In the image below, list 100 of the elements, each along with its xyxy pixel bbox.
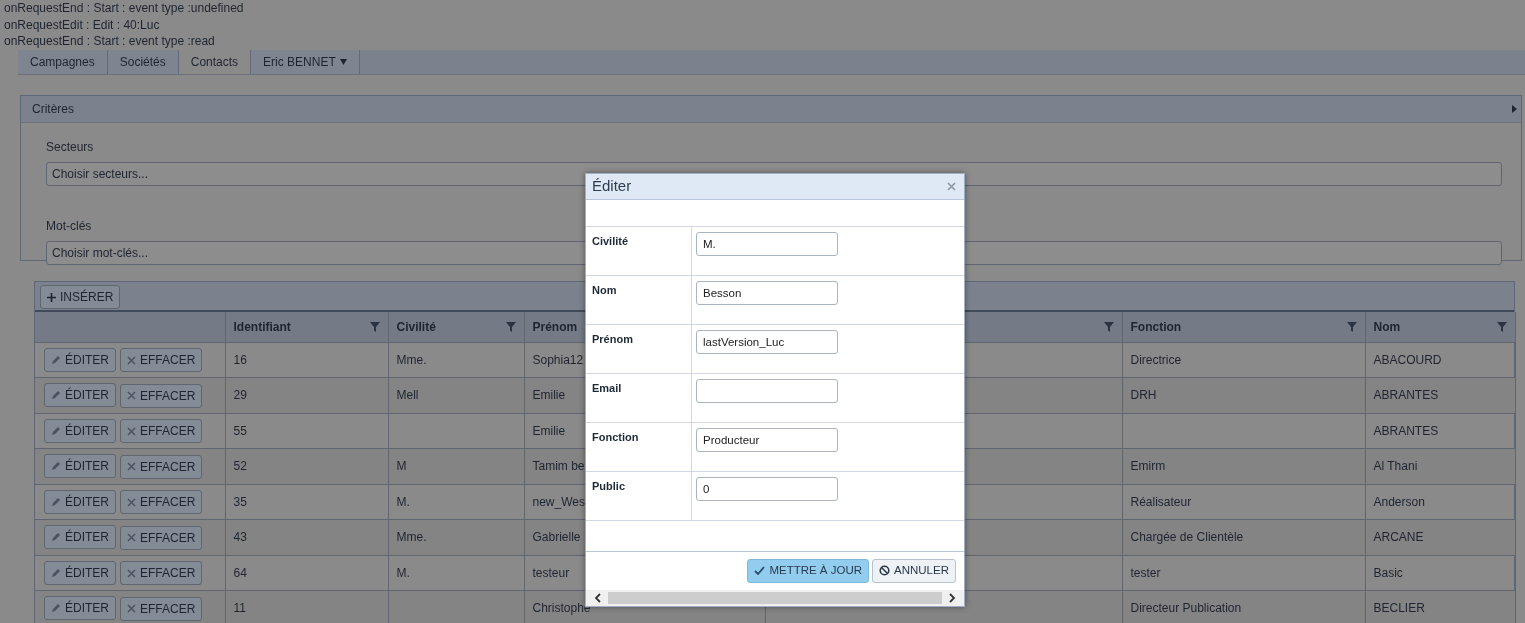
edit-button[interactable]: ÉDITER bbox=[44, 454, 116, 478]
table-cell: 43 bbox=[233, 530, 247, 545]
table-cell: Réalisateur bbox=[1130, 494, 1192, 509]
delete-button[interactable]: EFFACER bbox=[120, 419, 203, 443]
table-cell: 16 bbox=[233, 352, 247, 367]
dialog-title: Éditer bbox=[592, 176, 632, 197]
delete-button[interactable]: EFFACER bbox=[120, 490, 203, 514]
tab[interactable]: Sociétés bbox=[107, 50, 179, 74]
table-cell: 35 bbox=[233, 494, 247, 509]
edit-button[interactable]: ÉDITER bbox=[44, 525, 116, 549]
table-cell: Chargée de Clientèle bbox=[1130, 530, 1244, 545]
table-cell: ARCANE bbox=[1373, 530, 1424, 545]
close-icon bbox=[127, 604, 136, 613]
table-cell: ABACOURD bbox=[1373, 352, 1442, 367]
close-icon[interactable] bbox=[947, 181, 956, 191]
table-cell: 11 bbox=[233, 601, 246, 616]
text-field[interactable]: 0 bbox=[696, 476, 838, 501]
plus-icon bbox=[47, 292, 56, 302]
text-field[interactable]: lastVersion_Luc bbox=[696, 329, 838, 354]
table-cell: 55 bbox=[233, 423, 247, 438]
cancel-button[interactable]: ANNULER bbox=[872, 558, 956, 583]
table-cell: Directeur Publication bbox=[1130, 601, 1242, 616]
close-icon bbox=[127, 391, 136, 400]
field-label: Prénom bbox=[586, 324, 692, 373]
criteria-header[interactable]: Critères bbox=[21, 96, 1521, 123]
delete-button[interactable]: EFFACER bbox=[120, 454, 203, 479]
edit-button[interactable]: ÉDITER bbox=[44, 596, 116, 620]
field-label: Mot-clés bbox=[46, 218, 92, 235]
text-field[interactable] bbox=[696, 378, 838, 403]
chevron-right-icon bbox=[948, 593, 956, 604]
table-cell: testeur bbox=[532, 565, 570, 580]
edit-button[interactable]: ÉDITER bbox=[44, 560, 116, 585]
caret-icon bbox=[339, 59, 347, 65]
log-line: onRequestEnd : Start : event type :read bbox=[4, 34, 215, 49]
ban-icon bbox=[879, 565, 891, 577]
table-cell: Gabrielle bbox=[532, 530, 581, 545]
edit-button[interactable]: ÉDITER bbox=[44, 347, 116, 372]
close-icon bbox=[127, 462, 136, 471]
close-icon bbox=[127, 568, 136, 578]
table-cell: Mme. bbox=[396, 530, 427, 545]
text-field[interactable]: Producteur bbox=[696, 427, 838, 452]
delete-button[interactable]: EFFACER bbox=[120, 348, 203, 372]
log-line: onRequestEnd : Start : event type :undefined bbox=[4, 1, 244, 15]
table-cell: Al Thani bbox=[1373, 459, 1418, 474]
table-cell: Mell bbox=[396, 388, 419, 403]
edit-button[interactable]: ÉDITER bbox=[44, 489, 116, 514]
table-cell: Basic bbox=[1373, 565, 1403, 580]
close-icon bbox=[127, 355, 136, 365]
tab[interactable]: Eric BENNET bbox=[251, 50, 360, 74]
table-cell: BECLIER bbox=[1373, 601, 1425, 616]
pencil-icon bbox=[51, 390, 61, 400]
update-button[interactable]: METTRE À JOUR bbox=[747, 558, 870, 583]
table-cell: Sophia12 bbox=[532, 352, 584, 367]
table-cell: Christophe bbox=[532, 601, 591, 616]
pencil-icon bbox=[51, 532, 61, 542]
pencil-icon bbox=[51, 567, 61, 578]
tab[interactable]: Contacts bbox=[178, 50, 252, 74]
delete-button[interactable]: EFFACER bbox=[120, 383, 203, 408]
close-icon bbox=[127, 533, 136, 542]
field-label: Civilité bbox=[586, 226, 692, 275]
table-cell: Emilie bbox=[532, 423, 566, 438]
delete-button[interactable]: EFFACER bbox=[120, 561, 203, 585]
table-cell: ABRANTES bbox=[1373, 388, 1439, 403]
table-cell: DRH bbox=[1130, 388, 1157, 403]
delete-button[interactable]: EFFACER bbox=[120, 525, 203, 550]
column-header[interactable]: Nom bbox=[1373, 317, 1401, 336]
table-cell: Mme. bbox=[396, 352, 427, 367]
column-header[interactable]: Civilité bbox=[396, 317, 436, 336]
tab[interactable]: Campagnes bbox=[18, 50, 108, 74]
delete-button[interactable]: EFFACER bbox=[120, 596, 203, 621]
pencil-icon bbox=[51, 354, 61, 365]
table-cell: Tamim be bbox=[532, 459, 585, 474]
pencil-icon bbox=[51, 425, 61, 436]
table-cell: M bbox=[396, 459, 407, 474]
field-label: Fonction bbox=[586, 422, 692, 471]
edit-button[interactable]: ÉDITER bbox=[44, 383, 116, 407]
table-cell: Emirm bbox=[1130, 459, 1166, 474]
check-icon bbox=[754, 566, 766, 576]
table-cell: M. bbox=[396, 494, 410, 509]
table-cell: new_Wes bbox=[532, 494, 585, 509]
insert-button[interactable]: INSÉRER bbox=[40, 285, 121, 309]
table-cell: Anderson bbox=[1373, 494, 1425, 509]
edit-button[interactable]: ÉDITER bbox=[44, 418, 116, 443]
text-field[interactable]: M. bbox=[696, 231, 838, 256]
table-cell: M. bbox=[396, 565, 410, 580]
close-icon bbox=[127, 426, 136, 436]
table-cell: Directrice bbox=[1130, 352, 1182, 367]
field-label: Secteurs bbox=[46, 139, 94, 156]
close-icon bbox=[127, 497, 136, 507]
text-field[interactable]: Besson bbox=[696, 280, 838, 305]
pencil-icon bbox=[51, 496, 61, 507]
column-header[interactable]: Prénom bbox=[532, 317, 578, 336]
pencil-icon bbox=[51, 603, 61, 613]
table-cell: tester bbox=[1130, 565, 1161, 580]
log-line: onRequestEdit : Edit : 40:Luc bbox=[4, 17, 160, 32]
table-cell: Emilie bbox=[532, 388, 566, 403]
table-cell: ABRANTES bbox=[1373, 423, 1439, 438]
column-header[interactable]: Fonction bbox=[1130, 317, 1182, 336]
table-cell: 64 bbox=[233, 565, 247, 580]
table-cell: 52 bbox=[233, 459, 247, 474]
